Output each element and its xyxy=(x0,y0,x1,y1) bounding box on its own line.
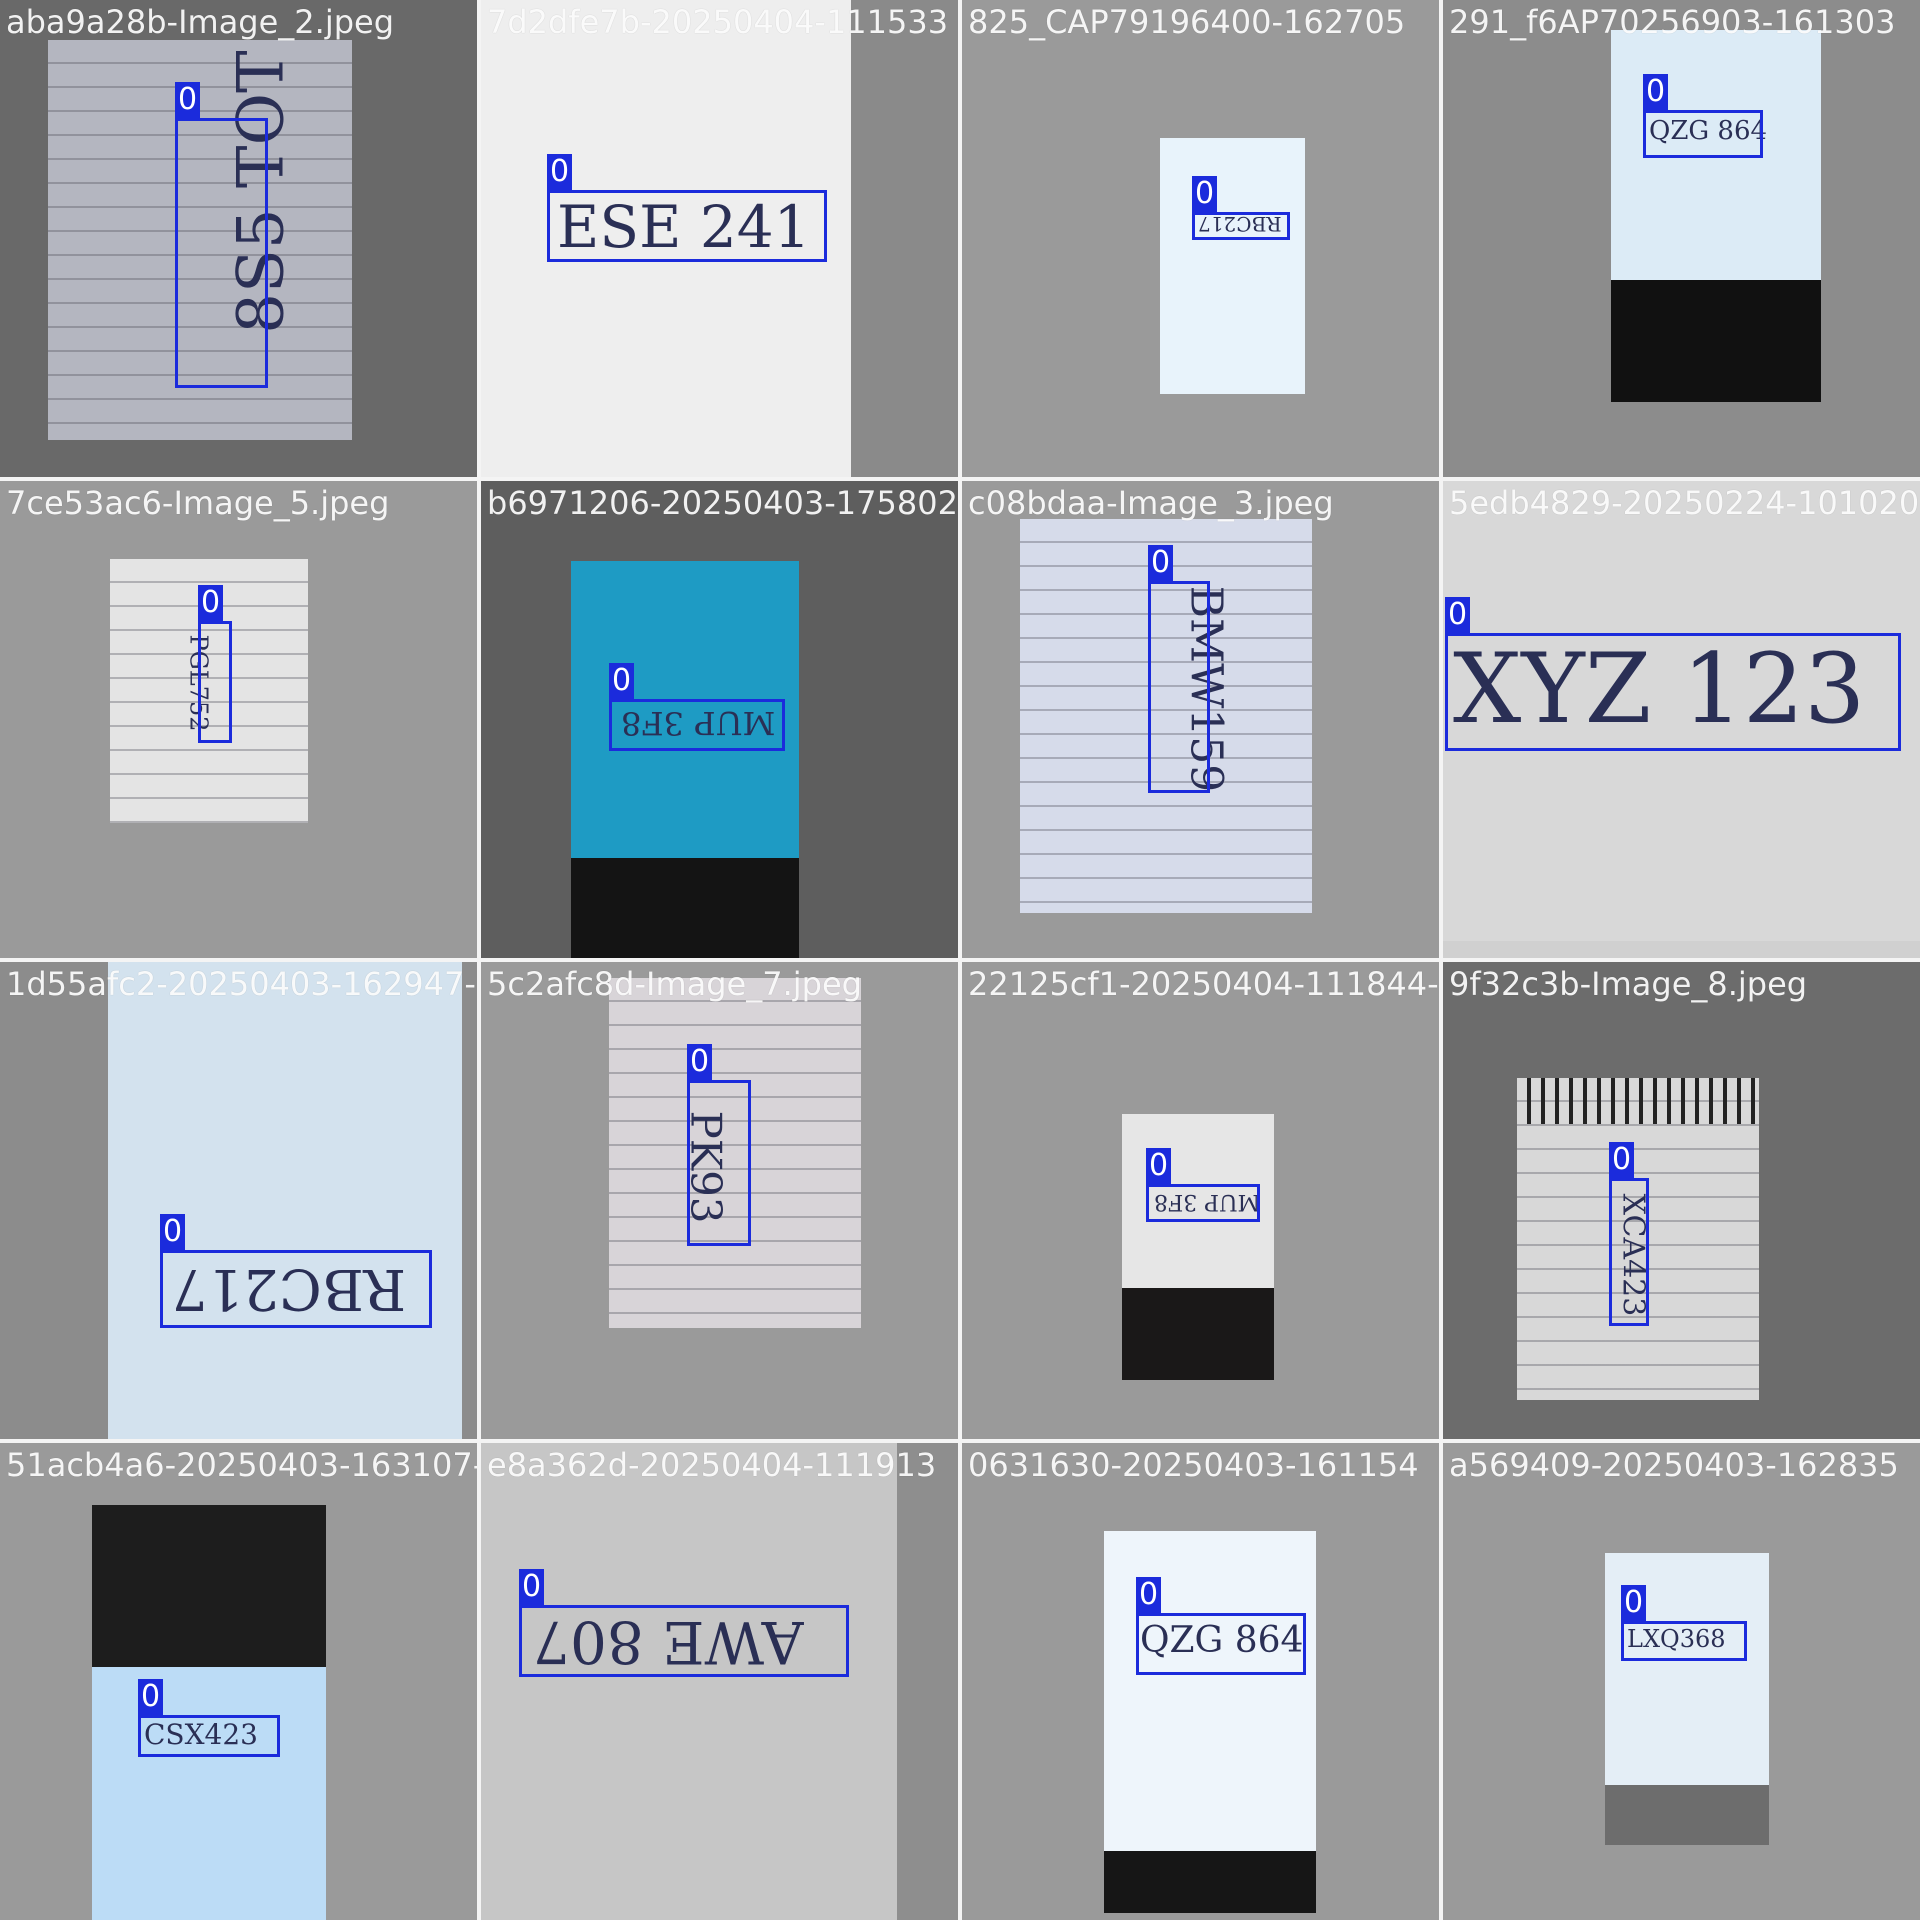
tile: QZG 864 0 291_f6AP70256903-161303 xyxy=(1443,0,1920,477)
tile: XCA423 0 9f32c3b-Image_8.jpeg xyxy=(1443,962,1920,1439)
detection-box xyxy=(1148,581,1210,793)
file-name: 7ce53ac6-Image_5.jpeg xyxy=(6,484,390,522)
detection-box xyxy=(1609,1178,1649,1326)
detection-box xyxy=(1621,1621,1747,1661)
class-label: 0 xyxy=(1148,545,1174,581)
photo xyxy=(1160,138,1305,394)
class-label: 0 xyxy=(1609,1142,1635,1178)
detection-box xyxy=(198,621,232,743)
photo xyxy=(571,561,799,958)
file-name: 0631630-20250403-161154 xyxy=(968,1446,1419,1484)
tile: AWE 807 0 e8a362d-20250404-111913 xyxy=(481,1443,958,1920)
photo xyxy=(1122,1114,1274,1380)
dark-background-area xyxy=(1122,1288,1274,1380)
tile: LXQ368 0 a569409-20250403-162835 xyxy=(1443,1443,1920,1920)
class-label: 0 xyxy=(687,1044,713,1080)
dark-background-area xyxy=(1611,280,1821,402)
dark-background-area xyxy=(92,1505,326,1667)
detection-box xyxy=(687,1080,751,1246)
detection-box xyxy=(519,1605,849,1677)
detection-box xyxy=(609,699,785,751)
photo xyxy=(108,962,462,1439)
tile: XYZ 123 0 5edb4829-20250224-101020 xyxy=(1443,481,1920,958)
file-name: 9f32c3b-Image_8.jpeg xyxy=(1449,965,1808,1003)
file-name: a569409-20250403-162835 xyxy=(1449,1446,1899,1484)
class-label: 0 xyxy=(1445,597,1471,633)
detection-box xyxy=(138,1715,280,1757)
class-label: 0 xyxy=(547,154,573,190)
tile: RBC21701d55afc2-20250403-162947-332_fCAP… xyxy=(0,962,477,1439)
file-name: 5c2afc8d-Image_7.jpeg xyxy=(487,965,862,1003)
dark-background-area xyxy=(1104,1851,1316,1913)
class-label: 0 xyxy=(1643,74,1669,110)
tile: 8S5 TOT 0 aba9a28b-Image_2.jpeg xyxy=(0,0,477,477)
file-name: b6971206-20250403-175802-807_CAP18327039 xyxy=(487,484,958,522)
tile: PGL752 0 7ce53ac6-Image_5.jpeg xyxy=(0,481,477,958)
class-label: 0 xyxy=(1136,1577,1162,1613)
detection-box xyxy=(547,190,827,262)
tile: MUP 3F80b6971206-20250403-175802-807_CAP… xyxy=(481,481,958,958)
file-name: 22125cf1-20250404-111844-752_CAP46004654 xyxy=(968,965,1439,1003)
tile: PK93 0 5c2afc8d-Image_7.jpeg xyxy=(481,962,958,1439)
detection-box xyxy=(1445,633,1901,751)
dark-background-area xyxy=(1605,1785,1769,1845)
class-label: 0 xyxy=(1621,1585,1647,1621)
class-label: 0 xyxy=(198,585,224,621)
class-label: 0 xyxy=(519,1569,545,1605)
detection-box xyxy=(1643,110,1763,158)
detection-box xyxy=(1136,1613,1306,1675)
photo xyxy=(481,1443,897,1920)
class-label: 0 xyxy=(138,1679,164,1715)
file-name: c08bdaa-Image_3.jpeg xyxy=(968,484,1334,522)
class-label: 0 xyxy=(160,1214,186,1250)
class-label: 0 xyxy=(1146,1148,1172,1184)
image-grid: 8S5 TOT 0 aba9a28b-Image_2.jpeg ESE 241 0 7d2… xyxy=(0,0,1920,1920)
file-name: 5edb4829-20250224-101020 xyxy=(1449,484,1920,522)
class-label: 0 xyxy=(1192,176,1218,212)
tile: BMW159 0 c08bdaa-Image_3.jpeg xyxy=(962,481,1439,958)
detection-box xyxy=(175,118,268,388)
detection-box xyxy=(160,1250,432,1328)
tile: RBC217 0 825_CAP79196400-162705 xyxy=(962,0,1439,477)
tile: MUP 3F8022125cf1-20250404-111844-752_CAP… xyxy=(962,962,1439,1439)
file-name: 1d55afc2-20250403-162947-332_fCAP6475274… xyxy=(6,965,477,1003)
tile: ESE 241 0 7d2dfe7b-20250404-111533 xyxy=(481,0,958,477)
file-name: 291_f6AP70256903-161303 xyxy=(1449,3,1896,41)
file-name: aba9a28b-Image_2.jpeg xyxy=(6,3,395,41)
photo xyxy=(92,1505,326,1920)
dark-background-area xyxy=(571,858,799,958)
detection-box xyxy=(1146,1184,1260,1222)
detection-box xyxy=(1192,212,1290,240)
tile: CSX423051acb4a6-20250403-163107-854_CAP1… xyxy=(0,1443,477,1920)
file-name: e8a362d-20250404-111913 xyxy=(487,1446,937,1484)
class-label: 0 xyxy=(175,82,201,118)
spiral-binding xyxy=(1517,1078,1759,1124)
file-name: 51acb4a6-20250403-163107-854_CAP10257964 xyxy=(6,1446,477,1484)
file-name: 7d2dfe7b-20250404-111533 xyxy=(487,3,949,41)
tile: QZG 864 0 0631630-20250403-161154 xyxy=(962,1443,1439,1920)
file-name: 825_CAP79196400-162705 xyxy=(968,3,1406,41)
class-label: 0 xyxy=(609,663,635,699)
